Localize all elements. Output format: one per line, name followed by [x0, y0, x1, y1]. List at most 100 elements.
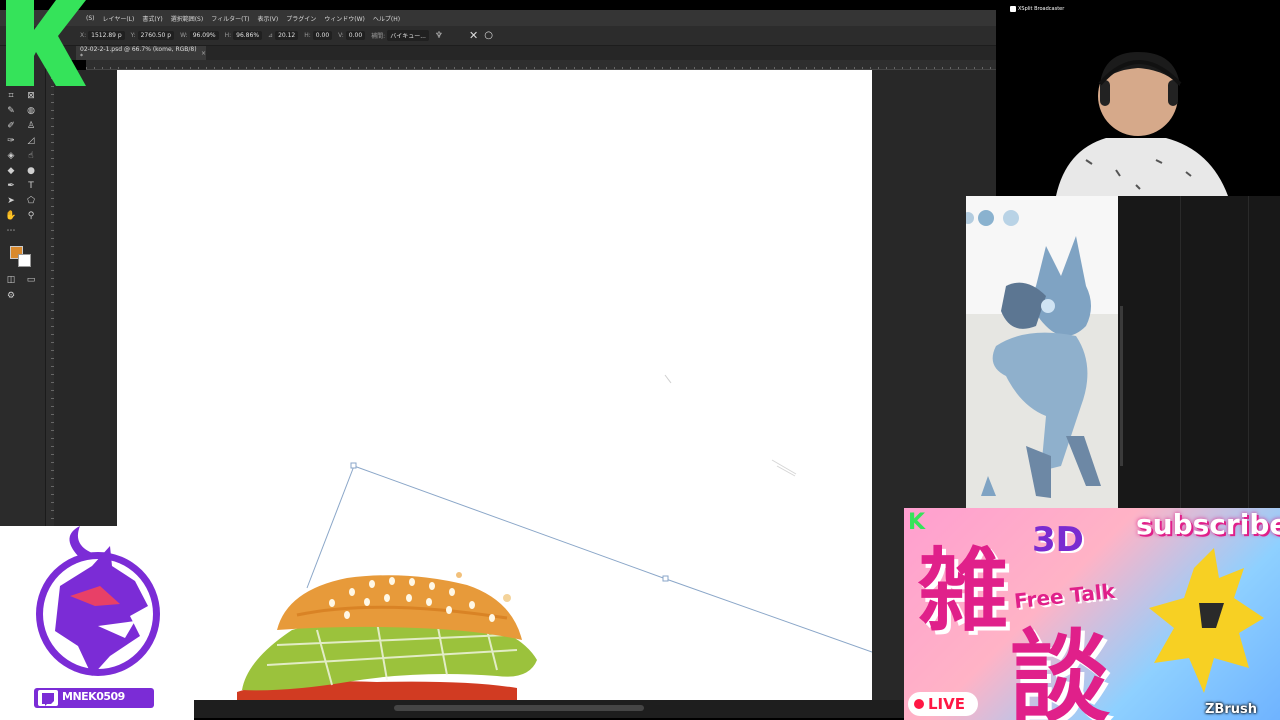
paint-dot: [503, 594, 511, 602]
y-label: Y:: [130, 32, 136, 39]
background-color-swatch[interactable]: [18, 254, 31, 267]
paint-bucket-tool-icon[interactable]: ◈: [4, 150, 18, 163]
angle-value[interactable]: 20.12: [275, 31, 299, 40]
menu-item-window[interactable]: ウィンドウ(W): [324, 14, 365, 23]
canvas-artwork: [237, 374, 872, 700]
title-char-zatsu: 雑: [918, 539, 1008, 644]
webcam-label: XSplit Broadcaster: [1010, 6, 1064, 12]
panel-divider: [1248, 196, 1249, 508]
path-select-tool-icon[interactable]: ➤: [4, 195, 18, 208]
live-text: LIVE: [928, 695, 965, 713]
menu-item-help[interactable]: ヘルプ(H): [373, 14, 400, 23]
webcam-label-text: XSplit Broadcaster: [1018, 6, 1065, 12]
panel-scrollbar[interactable]: [1120, 306, 1123, 466]
more-tools-icon[interactable]: ⋯: [4, 225, 18, 238]
y-value[interactable]: 2760.50 p: [137, 31, 175, 40]
width-field[interactable]: W: 96.09%: [180, 31, 219, 40]
close-tab-icon[interactable]: ×: [201, 50, 206, 57]
dodge-tool-icon[interactable]: ●: [24, 165, 38, 178]
shape-tool-icon[interactable]: ⬠: [24, 195, 38, 208]
smudge-tool-icon[interactable]: ☝: [24, 150, 38, 163]
width-label: W:: [180, 32, 188, 39]
panel-divider: [1180, 196, 1181, 508]
type-tool-icon[interactable]: T: [24, 180, 38, 193]
menu-item-plugins[interactable]: プラグイン: [286, 14, 316, 23]
menu-item-view[interactable]: 表示(V): [257, 14, 278, 23]
twitch-handle: MNEK0509: [62, 690, 125, 703]
yellow-creature-art: [1149, 548, 1264, 693]
menu-item-type[interactable]: 書式(Y): [142, 14, 162, 23]
h-skew-label: H:: [304, 32, 311, 39]
paint-dot: [456, 572, 462, 578]
frame-tool-icon[interactable]: ⊠: [24, 90, 38, 103]
options-bar: X: 1512.89 p Y: 2760.50 p W: 96.09% H: 96.86…: [0, 26, 996, 46]
zbrush-logo-text: ZBrush: [1205, 702, 1257, 717]
reference-character-art: [966, 210, 1118, 508]
screen-mode-icon[interactable]: ▭: [24, 274, 38, 287]
horizontal-scrollbar[interactable]: [194, 700, 904, 718]
menu-item-select[interactable]: (S): [86, 15, 95, 22]
h-skew-value[interactable]: 0.00: [312, 31, 333, 40]
width-value[interactable]: 96.09%: [189, 31, 219, 40]
healing-tool-icon[interactable]: ◍: [24, 105, 38, 118]
quick-mask-icon[interactable]: ◫: [4, 274, 18, 287]
height-field[interactable]: H: 96.86%: [224, 31, 263, 40]
h-skew-field[interactable]: H: 0.00: [304, 31, 333, 40]
vertical-ruler: [46, 70, 54, 526]
eyedropper-tool-icon[interactable]: ✎: [4, 105, 18, 118]
stream-thumbnail: subscribe K 3D Free Talk 雑 談: [904, 508, 1280, 720]
live-badge: LIVE: [908, 692, 978, 716]
y-field[interactable]: Y: 2760.50 p: [130, 31, 175, 40]
brush-tool-icon[interactable]: ✐: [4, 120, 18, 133]
zoom-tool-icon[interactable]: ⚲: [24, 210, 38, 223]
webcam-feed: XSplit Broadcaster: [996, 0, 1280, 196]
document-tab-title: 02-02-2-1.psd @ 66.7% (kome, RGB/8) *: [80, 46, 197, 60]
height-label: H:: [224, 32, 232, 39]
angle-icon: ⊿: [268, 32, 274, 39]
streamer-silhouette: [1056, 52, 1228, 196]
transform-handle: [662, 575, 669, 582]
tools-panel: ⌗ ⊠ ✎ ◍ ✐ ♙ ✑ ◿ ◈ ☝ ◆ ● ✒ T ➤ ⬠ ✋ ⚲ ⋯ ◫ …: [0, 46, 46, 526]
reference-image-panel: [966, 196, 1118, 508]
menu-item-layer[interactable]: レイヤー(L): [103, 14, 135, 23]
height-value[interactable]: 96.86%: [233, 31, 263, 40]
layers-panel-area: [1118, 196, 1280, 508]
x-value[interactable]: 1512.89 p: [88, 31, 125, 40]
subscribe-text[interactable]: subscribe: [1136, 508, 1280, 541]
scrollbar-thumb[interactable]: [394, 705, 644, 711]
v-skew-value[interactable]: 0.00: [345, 31, 366, 40]
v-skew-field[interactable]: V: 0.00: [338, 31, 366, 40]
warp-icon[interactable]: ♆: [435, 31, 443, 41]
eraser-tool-icon[interactable]: ◿: [24, 135, 38, 148]
title-char-dan: 談: [1010, 619, 1110, 720]
commit-transform-icon[interactable]: ○: [484, 30, 493, 41]
k-logo: [6, 0, 86, 86]
stamp-tool-icon[interactable]: ♙: [24, 120, 38, 133]
crop-tool-icon[interactable]: ⌗: [4, 90, 18, 103]
three-d-text: 3D: [1032, 520, 1084, 560]
document-canvas[interactable]: [117, 70, 872, 700]
history-brush-tool-icon[interactable]: ✑: [4, 135, 18, 148]
hand-tool-icon[interactable]: ✋: [4, 210, 18, 223]
document-tab-bar: 02-02-2-1.psd @ 66.7% (kome, RGB/8) * ×: [0, 46, 996, 60]
interpolation-field[interactable]: 補間: バイキュー...: [371, 30, 429, 41]
x-field[interactable]: X: 1512.89 p: [80, 31, 125, 40]
xsplit-icon: [1010, 6, 1016, 12]
pen-tool-icon[interactable]: ✒: [4, 180, 18, 193]
menu-item-filter[interactable]: フィルター(T): [211, 14, 249, 23]
menu-item-selection[interactable]: 選択範囲(S): [171, 14, 204, 23]
interpolation-label: 補間:: [371, 33, 386, 40]
cancel-transform-icon[interactable]: ✕: [469, 29, 478, 42]
document-tab[interactable]: 02-02-2-1.psd @ 66.7% (kome, RGB/8) * ×: [76, 46, 206, 60]
blur-tool-icon[interactable]: ◆: [4, 165, 18, 178]
transform-box-edge: [306, 465, 355, 589]
extra-tool-icon[interactable]: ⚙: [4, 290, 18, 303]
horizontal-ruler: [86, 60, 996, 70]
v-skew-label: V:: [338, 32, 344, 39]
sketch-mark: [771, 459, 797, 477]
ps-menu-bar: (S) レイヤー(L) 書式(Y) 選択範囲(S) フィルター(T) 表示(V)…: [0, 10, 996, 26]
sketch-mark: [664, 374, 672, 384]
live-dot-icon: [914, 699, 924, 709]
angle-field[interactable]: ⊿ 20.12: [268, 31, 299, 40]
interpolation-select[interactable]: バイキュー...: [387, 30, 429, 41]
